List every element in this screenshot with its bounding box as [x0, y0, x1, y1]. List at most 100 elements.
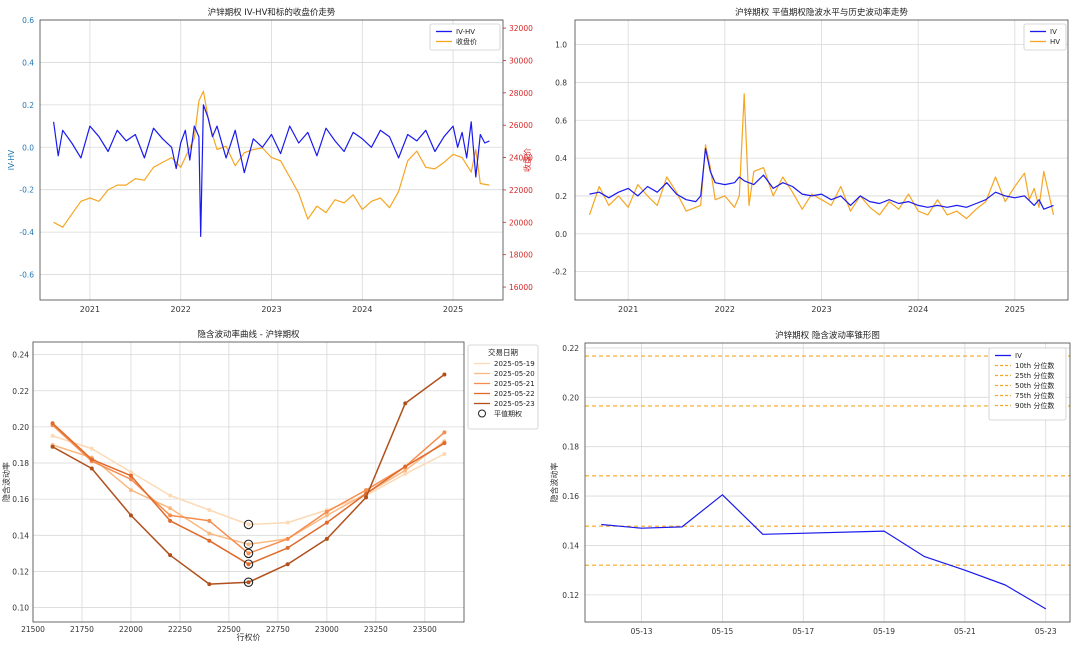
x-tick-label: 22250: [168, 625, 192, 634]
y-tick-label: 0.4: [22, 58, 34, 67]
y2-tick-label: 30000: [509, 56, 533, 65]
y-tick-label: 0.16: [12, 495, 29, 504]
legend-entry: 2025-05-21: [494, 380, 535, 388]
data-point: [403, 468, 408, 473]
data-point: [442, 430, 447, 435]
y-tick-label: 0.22: [12, 387, 29, 396]
data-point: [168, 518, 173, 523]
y-tick-label: -0.4: [19, 228, 34, 237]
data-point: [128, 513, 133, 518]
legend-entry: 10th 分位数: [1015, 361, 1054, 370]
y-tick-label: 0.2: [555, 192, 567, 201]
y-tick-label: 0.0: [555, 230, 567, 239]
x-tick-label: 22000: [119, 625, 143, 634]
x-tick-label: 2021: [618, 305, 638, 314]
legend-entry: 50th 分位数: [1015, 381, 1054, 390]
x-tick-label: 05-15: [712, 627, 734, 636]
y2-axis-label: 收盘价: [522, 148, 532, 172]
x-tick-label: 2024: [352, 305, 372, 314]
chart-iv-cone: 沪锌期权 隐含波动率锥形图 05-13 05-15 05-17 05-19 05-21 05…: [549, 330, 1071, 636]
data-point: [128, 473, 133, 478]
y-tick-label: 0.24: [12, 351, 29, 360]
y-tick-label: 0.12: [12, 567, 29, 576]
y-axis-label: 隐含波动率: [549, 463, 559, 503]
x-tick-label: 05-21: [954, 627, 976, 636]
legend-entry: 2025-05-23: [494, 400, 535, 408]
x-tick-label: 2021: [80, 305, 100, 314]
chart-atm-iv-hv: 沪锌期权 平值期权隐波水平与历史波动率走势 2021 2022 2023 2024 202…: [552, 7, 1069, 314]
y-axis-label: IV-HV: [7, 149, 16, 170]
y-tick-label: 0.14: [12, 531, 29, 540]
y-tick-label: 0.14: [562, 541, 579, 550]
data-point: [246, 562, 251, 567]
data-point: [207, 538, 212, 543]
data-point: [246, 522, 251, 527]
chart-title: 隐含波动率曲线 - 沪锌期权: [198, 329, 300, 340]
chart-iv-hv-price: 沪锌期权 IV-HV和标的收盘价走势 2021 2022 2023 2024 2025 0.…: [7, 7, 533, 314]
y-tick-label: 0.12: [562, 591, 579, 600]
data-point: [403, 464, 408, 469]
y-tick-label: 0.20: [562, 393, 579, 402]
x-tick-label: 2025: [1005, 305, 1025, 314]
legend: [1023, 23, 1067, 51]
x-tick-label: 2022: [171, 305, 191, 314]
y2-tick-label: 16000: [509, 283, 533, 292]
data-point: [50, 421, 55, 426]
data-point: [207, 518, 212, 523]
data-point: [403, 401, 408, 406]
data-point: [50, 433, 55, 438]
data-point: [442, 372, 447, 377]
data-point: [442, 452, 447, 456]
data-point: [128, 470, 133, 475]
x-tick-label: 05-19: [873, 627, 895, 636]
series-iv: [601, 494, 1047, 610]
x-tick-label: 05-13: [631, 627, 653, 636]
y2-tick-label: 18000: [509, 251, 533, 260]
x-tick-label: 2023: [261, 305, 281, 314]
data-point: [207, 531, 212, 536]
data-point: [324, 513, 329, 518]
data-point: [246, 580, 251, 585]
y-tick-label: 0.16: [562, 492, 579, 501]
legend-entry: 2025-05-22: [494, 390, 535, 398]
legend-entry: 收盘价: [456, 37, 477, 46]
y-tick-label: -0.2: [552, 268, 567, 277]
y-tick-label: 1.0: [555, 41, 567, 50]
data-point: [403, 471, 408, 476]
x-tick-label: 05-17: [792, 627, 814, 636]
legend-entry: 2025-05-20: [494, 370, 535, 378]
data-point: [285, 536, 290, 541]
chart-iv-smile: 隐含波动率曲线 - 沪锌期权21500 21750 22000 22250 22500 2…: [1, 329, 539, 642]
data-point: [168, 553, 173, 558]
x-axis-label: 行权价: [237, 632, 261, 642]
data-point: [168, 513, 173, 518]
y2-tick-label: 22000: [509, 186, 533, 195]
data-point: [246, 542, 251, 547]
x-tick-label: 23500: [413, 625, 437, 634]
y-tick-label: 0.2: [22, 101, 34, 110]
data-point: [246, 551, 251, 556]
legend-entry: 2025-05-19: [494, 360, 535, 368]
y-tick-label: 0.10: [12, 604, 29, 613]
x-tick-label: 2024: [908, 305, 928, 314]
y2-tick-label: 28000: [509, 89, 533, 98]
x-tick-label: 05-23: [1035, 627, 1057, 636]
chart-title: 沪锌期权 IV-HV和标的收盘价走势: [208, 7, 336, 18]
data-point: [285, 545, 290, 550]
y-axis-label: 隐含波动率: [1, 462, 11, 502]
x-tick-label: 2023: [811, 305, 831, 314]
data-point: [324, 520, 329, 525]
y-tick-label: 0.8: [555, 78, 567, 87]
plot-frame: [32, 341, 465, 623]
y-tick-label: -0.2: [19, 186, 34, 195]
chart-dashboard: 沪锌期权 IV-HV和标的收盘价走势 2021 2022 2023 2024 2025 0.…: [1, 7, 1071, 642]
y-tick-label: 0.22: [562, 344, 579, 353]
x-tick-label: 21750: [70, 625, 94, 634]
data-point: [89, 466, 94, 471]
legend-entry: IV: [1050, 28, 1057, 36]
y-tick-label: 0.6: [22, 16, 34, 25]
data-point: [285, 520, 290, 525]
data-point: [168, 493, 173, 498]
data-point: [128, 488, 133, 493]
y2-tick-label: 26000: [509, 121, 533, 130]
